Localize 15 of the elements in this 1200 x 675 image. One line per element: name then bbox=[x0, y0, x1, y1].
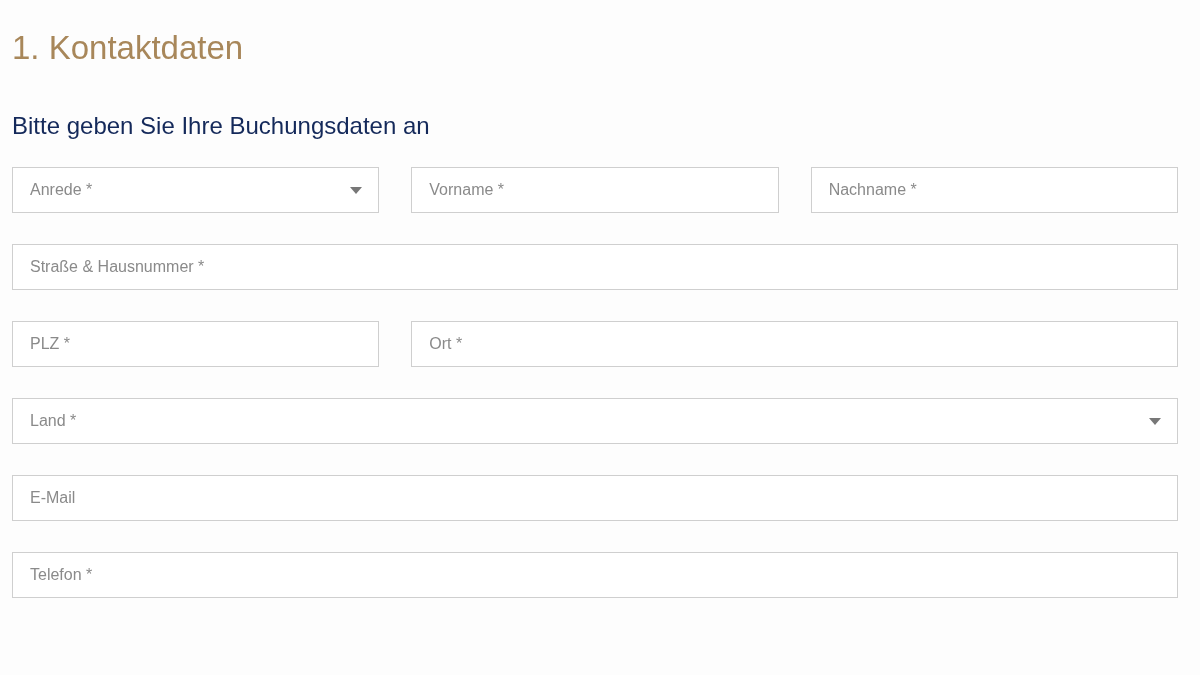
caret-icon bbox=[350, 186, 363, 194]
input-field[interactable]: Ort * bbox=[411, 321, 1178, 367]
section-heading: 1. Kontaktdaten bbox=[12, 28, 245, 68]
input-field[interactable]: Telefon * bbox=[12, 552, 1178, 598]
select-placeholder: Land * bbox=[30, 411, 77, 431]
input-field[interactable]: E-Mail bbox=[12, 475, 1178, 521]
select-field[interactable]: Anrede * bbox=[12, 167, 380, 213]
form-subheading: Bitte geben Sie Ihre Buchungsdaten an bbox=[12, 111, 431, 141]
input-field[interactable]: Vorname * bbox=[411, 167, 779, 213]
caret-icon bbox=[1149, 417, 1161, 425]
input-field[interactable]: PLZ * bbox=[12, 321, 380, 367]
input-field[interactable]: Straße & Hausnummer * bbox=[12, 244, 1178, 290]
select-field[interactable]: Land * bbox=[12, 398, 1178, 444]
input-field[interactable]: Nachname * bbox=[810, 167, 1178, 213]
select-placeholder: Anrede * bbox=[30, 180, 93, 200]
